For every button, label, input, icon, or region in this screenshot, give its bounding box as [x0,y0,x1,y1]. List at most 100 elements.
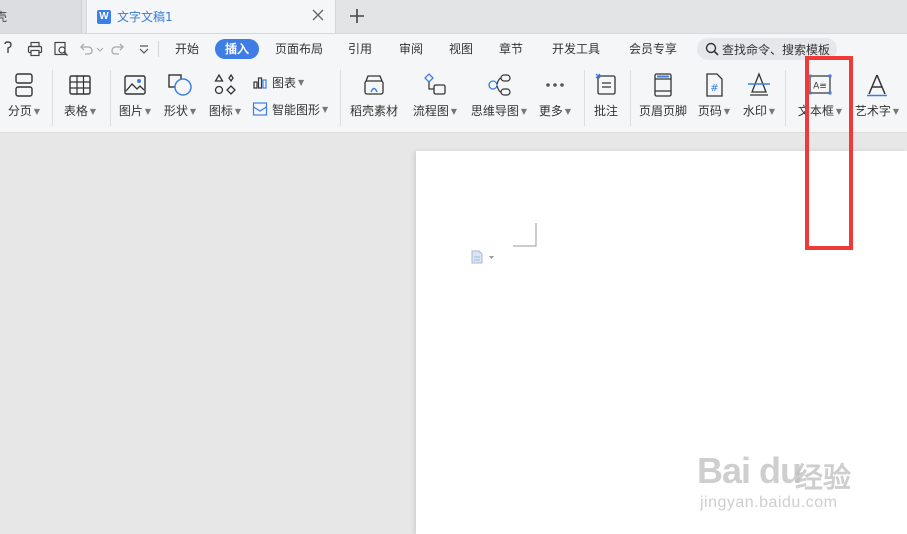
chart-label: 图表 [272,75,297,90]
menu-view[interactable]: 视图 [447,39,475,59]
divider [110,70,111,126]
flowchart-label: 流程图 [412,104,449,118]
chevron-down-icon: ▼ [189,107,197,116]
watermark-label: 水印 [742,104,767,118]
highlight-box-annotation [805,56,853,250]
table-label: 表格 [63,104,88,118]
word-art-icon [867,74,887,97]
watermark-button[interactable]: 水印 ▼ [739,64,779,132]
menu-insert[interactable]: 插入 [215,39,260,59]
close-icon[interactable] [311,8,325,22]
svg-text:#: # [710,83,718,94]
tab-document-label: 文字文稿1 [117,10,173,24]
chevron-down-icon: ▼ [298,77,305,87]
tab-previous-label: 壳 [0,10,8,24]
picture-label: 图片 [118,104,143,118]
shape-button[interactable]: 形状 ▼ [160,64,200,132]
undo-dropdown-icon[interactable] [96,41,104,57]
page-break-icon [15,73,33,97]
search-icon [705,42,719,56]
chevron-down-icon: ▼ [89,107,97,116]
chevron-down-icon: ▼ [892,107,900,116]
menu-review[interactable]: 审阅 [397,39,425,59]
menu-references[interactable]: 引用 [346,39,374,59]
baidu-watermark-brand: Bai du [697,450,802,491]
word-art-label: 艺术字 [854,104,891,118]
divider [584,70,585,126]
docer-material-button[interactable]: 稻壳素材 [346,64,402,132]
flowchart-icon [424,73,446,95]
print-icon[interactable] [27,41,43,57]
page-margin-corner-mark [513,223,537,247]
header-footer-icon [654,73,672,97]
menu-bar: 开始 插入 页面布局 引用 审阅 视图 章节 开发工具 会员专享 查找命令、搜索… [0,34,907,64]
icon-label: 图标 [208,104,233,118]
watermark-icon [748,72,770,96]
header-footer-button[interactable]: 页眉页脚 [636,64,690,132]
chevron-down-icon: ▼ [33,107,41,116]
divider [785,70,786,126]
customize-toolbar-icon[interactable] [138,41,150,57]
mindmap-button[interactable]: 思维导图 ▼ [468,64,530,132]
chevron-down-icon: ▼ [768,107,776,116]
word-art-button[interactable]: 艺术字 ▼ [852,64,902,132]
divider [340,70,341,126]
menu-section[interactable]: 章节 [497,39,525,59]
menu-home[interactable]: 开始 [173,39,201,59]
bar-chart-icon [253,77,267,89]
comment-icon [595,73,616,95]
comment-button[interactable]: 批注 [588,64,624,132]
smart-graphic-button[interactable]: 智能图形 ▼ [252,99,328,119]
header-footer-label: 页眉页脚 [638,104,687,118]
print-preview-icon[interactable] [53,41,69,57]
tab-previous[interactable]: 壳 [0,0,82,33]
chevron-down-icon: ▼ [234,107,242,116]
page-break-label: 分页 [7,104,32,118]
picture-button[interactable]: 图片 ▼ [115,64,155,132]
format-painter-icon[interactable] [2,41,18,57]
redo-icon[interactable] [110,41,126,57]
paste-options-icon[interactable] [470,250,496,264]
divider [630,70,631,126]
more-label: 更多 [538,104,563,118]
chevron-down-icon: ▼ [322,104,329,114]
table-icon [69,75,91,95]
docer-material-label: 稻壳素材 [349,104,398,118]
baidu-watermark-brand-cn: 经验 [795,462,852,493]
menu-page-layout[interactable]: 页面布局 [273,39,325,59]
smart-graphic-label: 智能图形 [272,102,321,117]
material-store-icon [364,75,384,95]
comment-label: 批注 [593,104,618,118]
more-button[interactable]: 更多 ▼ [535,64,575,132]
tab-bar: 壳 W 文字文稿1 [0,0,907,34]
chevron-down-icon: ▼ [450,107,458,116]
chevron-down-icon: ▼ [564,107,572,116]
plus-icon[interactable] [348,7,366,25]
menu-developer[interactable]: 开发工具 [550,39,602,59]
tab-document[interactable]: W 文字文稿1 [86,0,336,33]
page-break-button[interactable]: 分页 ▼ [4,64,44,132]
baidu-watermark-url: jingyan.baidu.com [700,494,838,511]
icon-button[interactable]: 图标 ▼ [205,64,245,132]
chart-button[interactable]: 图表 ▼ [252,72,304,92]
shapes-icon [168,74,192,96]
mindmap-icon [488,74,511,96]
page-number-button[interactable]: # 页码 ▼ [694,64,734,132]
page-number-label: 页码 [697,104,722,118]
undo-icon[interactable] [78,41,94,57]
divider [158,41,159,57]
chevron-down-icon: ▼ [520,107,528,116]
insert-ribbon: 分页 ▼ 表格 ▼ 图片 ▼ 形状 ▼ 图标 ▼ 图表 ▼ 智能图形 ▼ 稻壳素… [0,64,907,133]
writer-doc-icon: W [97,9,111,24]
flowchart-button[interactable]: 流程图 ▼ [409,64,461,132]
more-dots-icon [546,83,564,87]
chevron-down-icon: ▼ [144,107,152,116]
table-button[interactable]: 表格 ▼ [58,64,102,132]
icons-library-icon [214,73,236,95]
mindmap-label: 思维导图 [470,104,519,118]
chevron-down-icon: ▼ [723,107,731,116]
shape-label: 形状 [163,104,188,118]
menu-membership[interactable]: 会员专享 [627,39,679,59]
search-placeholder: 查找命令、搜索模板 [722,42,831,57]
smart-graphic-icon [252,102,268,116]
